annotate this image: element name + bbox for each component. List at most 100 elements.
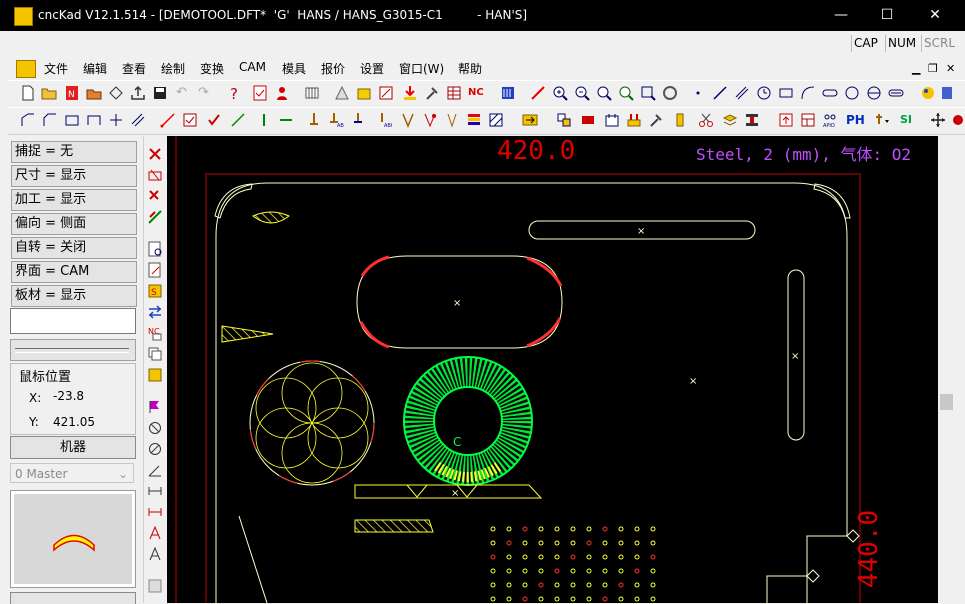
- panel-bottom-tab[interactable]: [10, 592, 136, 604]
- table-icon[interactable]: [446, 85, 462, 101]
- edit-report-icon[interactable]: [147, 262, 163, 278]
- slot-icon[interactable]: [888, 85, 904, 101]
- vertical-scrollbar[interactable]: [938, 136, 955, 603]
- dimension-setting[interactable]: 尺寸 = 显示: [11, 165, 137, 187]
- grid-tool-icon[interactable]: [304, 85, 320, 101]
- vertical-line-icon[interactable]: [256, 112, 272, 128]
- hammer-icon[interactable]: [424, 85, 440, 101]
- delete-marked-icon[interactable]: [147, 188, 163, 204]
- sheet-icon[interactable]: [580, 112, 596, 128]
- notched-bar[interactable]: [354, 484, 543, 499]
- zoom-previous-icon[interactable]: [640, 85, 656, 101]
- distance-red-icon[interactable]: [147, 504, 163, 520]
- nc-file-icon[interactable]: N: [64, 85, 80, 101]
- column-icon[interactable]: [672, 112, 688, 128]
- offset-icon[interactable]: [130, 112, 146, 128]
- sort-icon[interactable]: S: [147, 283, 163, 299]
- trim-icon[interactable]: [108, 112, 124, 128]
- scrollbar-thumb[interactable]: [940, 394, 953, 410]
- snap-setting[interactable]: 捕捉 = 无: [11, 141, 137, 163]
- zoom-in-icon[interactable]: [552, 85, 568, 101]
- person-icon[interactable]: [274, 85, 290, 101]
- hatched-trapezoid[interactable]: [354, 519, 434, 533]
- arrow-punch[interactable]: [221, 325, 274, 343]
- undo-icon[interactable]: ↶: [176, 85, 192, 101]
- chamfer-icon[interactable]: [42, 112, 58, 128]
- tool-edit-icon[interactable]: [422, 112, 438, 128]
- text-a-icon[interactable]: [147, 525, 163, 541]
- move-icon[interactable]: [930, 112, 946, 128]
- auto-punch-icon[interactable]: [402, 85, 418, 101]
- menu-help[interactable]: 帮助: [458, 60, 482, 77]
- mdi-minimize-icon[interactable]: ▁: [912, 62, 920, 75]
- punch-abc-3-icon[interactable]: ABC: [376, 112, 392, 128]
- hatch-icon[interactable]: [488, 112, 504, 128]
- press-icon[interactable]: [744, 112, 760, 128]
- arc-icon[interactable]: [800, 85, 816, 101]
- angle-icon[interactable]: [147, 462, 163, 478]
- menu-edit[interactable]: 编辑: [83, 60, 107, 77]
- circle-icon[interactable]: [844, 85, 860, 101]
- maximize-button[interactable]: ☐: [864, 0, 910, 31]
- mdi-close-icon[interactable]: ✕: [946, 62, 955, 75]
- copy-icon[interactable]: [147, 346, 163, 362]
- box-icon[interactable]: [64, 112, 80, 128]
- apio-icon[interactable]: APIO: [822, 112, 838, 128]
- swap-icon[interactable]: [147, 304, 163, 320]
- double-line-icon[interactable]: [734, 85, 750, 101]
- line-icon[interactable]: [712, 85, 728, 101]
- draw-line-red-icon[interactable]: [530, 85, 546, 101]
- redraw-icon[interactable]: [662, 85, 678, 101]
- delete-punch-icon[interactable]: [147, 146, 163, 162]
- layers-icon[interactable]: [940, 85, 956, 101]
- interface-setting[interactable]: 界面 = CAM: [11, 261, 137, 283]
- stack-icon[interactable]: [722, 112, 738, 128]
- distance-icon[interactable]: [147, 483, 163, 499]
- si-button[interactable]: SI: [900, 112, 918, 128]
- box-open-icon[interactable]: [86, 112, 102, 128]
- punch-abc-2-icon[interactable]: [352, 112, 368, 128]
- rotate-flag-icon[interactable]: [147, 399, 163, 415]
- circle-split-icon[interactable]: [866, 85, 882, 101]
- rosette-part[interactable]: [249, 360, 375, 486]
- save-icon[interactable]: [152, 85, 168, 101]
- horizontal-line-icon[interactable]: [278, 112, 294, 128]
- menu-view[interactable]: 查看: [122, 60, 146, 77]
- rotate-ccw-icon[interactable]: [147, 420, 163, 436]
- menu-draw[interactable]: 绘制: [161, 60, 185, 77]
- mdi-restore-icon[interactable]: ❐: [928, 62, 938, 75]
- color-palette-icon[interactable]: [920, 85, 936, 101]
- menu-transform[interactable]: 变换: [200, 60, 224, 77]
- zoom-all-icon[interactable]: [618, 85, 634, 101]
- repo-icon[interactable]: [648, 112, 664, 128]
- hole-grid[interactable]: [490, 526, 656, 602]
- cut-icon[interactable]: [698, 112, 714, 128]
- clamp-icon[interactable]: [626, 112, 642, 128]
- zoom-out-icon[interactable]: [574, 85, 590, 101]
- processing-setting[interactable]: 加工 = 显示: [11, 189, 137, 211]
- punch-abc-icon[interactable]: ABC: [328, 112, 344, 128]
- app-icon[interactable]: [14, 7, 33, 26]
- paste-icon[interactable]: [147, 367, 163, 383]
- nc-code-icon[interactable]: NC: [468, 85, 488, 101]
- tool-table-icon[interactable]: [604, 112, 620, 128]
- stripes-icon[interactable]: [466, 112, 482, 128]
- command-input[interactable]: [10, 308, 136, 334]
- export-icon[interactable]: [130, 85, 146, 101]
- multi-select-icon[interactable]: [556, 112, 572, 128]
- delete-cut-icon[interactable]: [147, 167, 163, 183]
- open-part-icon[interactable]: [86, 85, 102, 101]
- check-geometry-icon[interactable]: [206, 112, 222, 128]
- tool-sort-icon[interactable]: [444, 112, 460, 128]
- nest-yellow-icon[interactable]: [356, 85, 372, 101]
- menu-cam[interactable]: CAM: [239, 60, 266, 74]
- cad-check-icon[interactable]: [182, 112, 198, 128]
- nibble-icon[interactable]: [400, 112, 416, 128]
- cad-drawing[interactable]: × × × × C ×: [167, 136, 938, 603]
- rectangle-icon[interactable]: [778, 85, 794, 101]
- stamp-icon[interactable]: [147, 578, 163, 594]
- menu-tools[interactable]: 模具: [282, 60, 306, 77]
- help-icon[interactable]: ?: [228, 85, 244, 101]
- zoom-window-icon[interactable]: [596, 85, 612, 101]
- tool-dropdown-icon[interactable]: [874, 112, 890, 128]
